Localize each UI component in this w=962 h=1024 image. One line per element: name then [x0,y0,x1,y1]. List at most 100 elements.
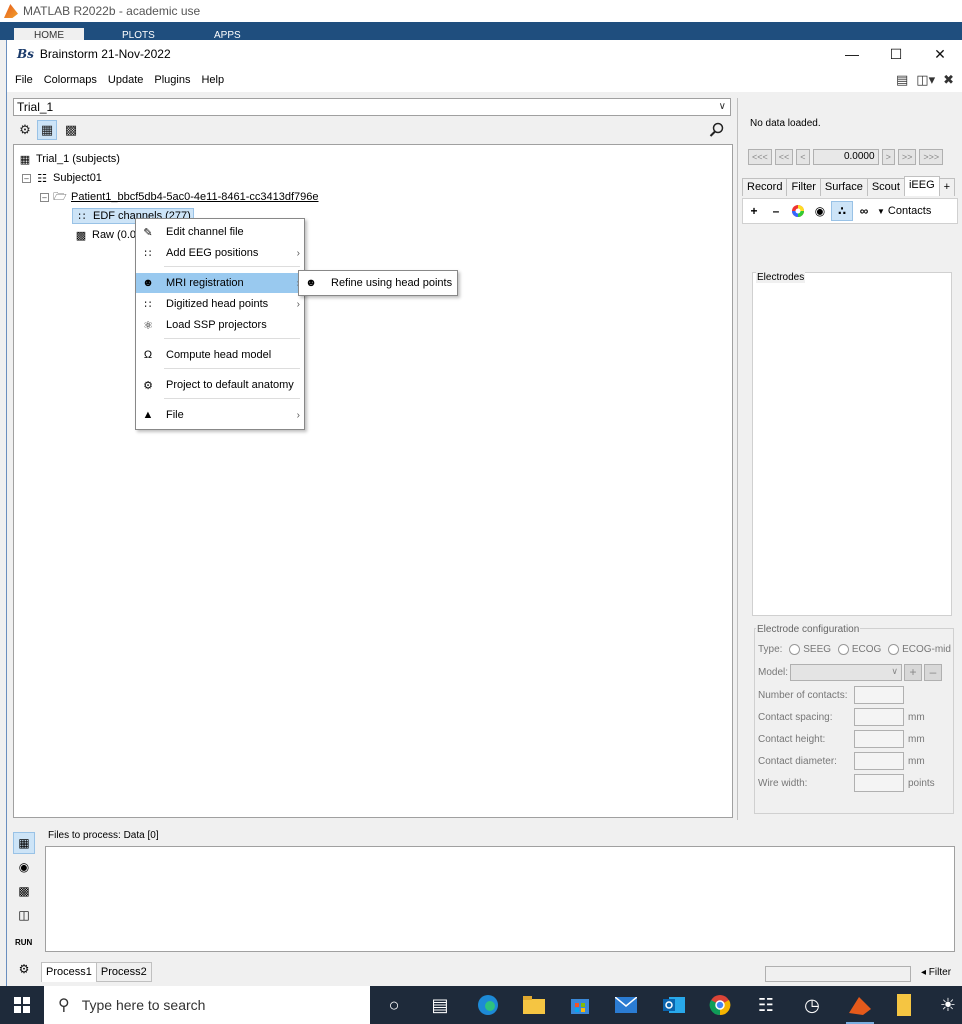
process-matrix-icon[interactable]: ◫ [13,904,35,926]
process-timefreq-icon[interactable]: ▩ [13,880,35,902]
taskbar-search-placeholder: Type here to search [81,997,206,1013]
menu-refine-head-points[interactable]: Refine using head points [331,277,452,289]
tab-surface[interactable]: Surface [819,178,868,196]
electrodes-list[interactable] [752,272,952,616]
wire-width-unit: points [908,778,935,789]
radio-ecog[interactable] [837,644,849,655]
nav-back-button[interactable]: < [796,149,810,165]
layout-icon[interactable]: ◫▾ [916,72,935,88]
time-value-field[interactable]: 0.0000 [812,149,879,165]
taskbar-search[interactable]: ⚲ Type here to search [44,986,370,1024]
tab-ieeg[interactable]: iEEG [903,176,940,196]
protocol-select[interactable]: Trial_1 ∨ [13,98,731,116]
nav-forward-button[interactable]: > [881,149,895,165]
paint-icon[interactable]: ☀ [934,991,962,1019]
nav-fast-forward-button[interactable]: >> [897,149,917,165]
pipeline-icon[interactable]: ⚙ [13,958,35,980]
projector-icon: ⚛ [143,319,153,332]
menu-plugins[interactable]: Plugins [154,74,190,86]
subject-icon: ☷ [37,172,47,185]
outlook-icon[interactable] [660,991,688,1019]
menu-file[interactable]: File [15,74,33,86]
store-icon[interactable] [566,991,594,1019]
menu-digitized-head-points[interactable]: ∷ Digitized head points › [136,294,304,314]
filter-button[interactable]: ◂ Filter [921,967,951,978]
menu-file[interactable]: ▲ File › [136,405,304,425]
minimize-button[interactable]: — [830,40,874,68]
cortana-icon[interactable]: ○ [380,991,408,1019]
brainstorm-logo-icon: Bs [17,47,34,61]
menubar: File Colormaps Update Plugins Help ▤ ◫▾ … [7,68,962,92]
tab-record[interactable]: Record [742,178,788,196]
mail-icon[interactable] [612,991,640,1019]
matlab-tab-home[interactable]: HOME [14,28,84,41]
edge-icon[interactable] [474,991,502,1019]
file-explorer-icon[interactable] [520,991,548,1019]
menu-compute-head-model[interactable]: Ω Compute head model [136,345,304,365]
add-model-button[interactable]: + [904,664,922,681]
radio-ecog-mid[interactable] [888,644,900,655]
run-button[interactable]: RUN [15,938,32,947]
functional-subjects-view-icon[interactable]: ▦ [37,120,57,140]
collapse-icon[interactable]: – [22,173,31,183]
seeg-view-icon[interactable]: ∴ [831,201,853,221]
add-electrode-icon[interactable]: + [743,201,765,221]
filter-input[interactable] [765,966,911,982]
brainstorm-titlebar: Bs Brainstorm 21-Nov-2022 — ☐ ✕ [7,40,962,68]
process-data-icon[interactable]: ▦ [13,832,35,854]
folder-app-icon[interactable] [892,991,920,1019]
menu-colormaps[interactable]: Colormaps [44,74,97,86]
maximize-button[interactable]: ☐ [874,40,918,68]
menu-load-ssp-projectors[interactable]: ⚛ Load SSP projectors [136,315,304,335]
tab-process2[interactable]: Process2 [95,962,152,982]
menu-separator [164,266,300,267]
menu-add-eeg-positions[interactable]: ∷ Add EEG positions › [136,243,304,263]
contact-spacing-input[interactable] [854,708,904,726]
files-to-process-list[interactable] [45,846,955,952]
menu-edit-channel-file[interactable]: ✎ Edit channel file [136,222,304,242]
tools-icon[interactable]: ✖ [943,72,954,88]
nav-first-button[interactable]: <<< [748,149,772,165]
search-icon[interactable] [707,120,727,140]
menu-project-default-anatomy[interactable]: ⚙ Project to default anatomy [136,375,304,395]
tree-subject[interactable]: – ☷ Subject01 [22,169,102,187]
remove-electrode-icon[interactable]: – [765,201,787,221]
radio-seeg[interactable] [789,644,801,655]
nav-fast-back-button[interactable]: << [774,149,794,165]
tree-raw-file[interactable]: ▩ Raw (0.0 [74,226,136,244]
remove-model-button[interactable]: – [924,664,942,681]
preferences-icon[interactable]: ▤ [896,72,908,88]
contacts-dropdown[interactable]: ▼ Contacts [875,201,933,221]
tab-process1[interactable]: Process1 [41,962,97,982]
collapse-icon[interactable]: – [40,192,49,202]
color-wheel-icon[interactable] [787,201,809,221]
contact-height-input[interactable] [854,730,904,748]
contact-diameter-input[interactable] [854,752,904,770]
tree-condition[interactable]: – 🗁 Patient1_bbcf5db4-5ac0-4e11-8461-cc3… [40,188,319,206]
tab-filter[interactable]: Filter [786,178,821,196]
nav-last-button[interactable]: >>> [919,149,944,165]
tab-add[interactable]: + [938,178,956,196]
tab-scout[interactable]: Scout [866,178,905,196]
menu-mri-registration[interactable]: ☻ MRI registration › [136,273,304,293]
chrome-icon[interactable] [706,991,734,1019]
num-contacts-input[interactable] [854,686,904,704]
task-view-icon[interactable]: ▤ [426,991,454,1019]
wire-width-input[interactable] [854,774,904,792]
files-to-process-label: Files to process: Data [0] [47,830,160,841]
matlab-taskbar-icon[interactable] [846,991,874,1019]
network-app-icon[interactable]: ☷ [752,991,780,1019]
menu-help[interactable]: Help [201,74,224,86]
tree-root[interactable]: ▦ Trial_1 (subjects) [18,150,120,168]
app-swirl-icon[interactable]: ◷ [798,991,826,1019]
anatomy-view-icon[interactable]: ⚙ [15,120,35,140]
eye-icon[interactable]: ◉ [809,201,831,221]
link-icon[interactable]: ∞ [853,201,875,221]
functional-conditions-view-icon[interactable]: ▩ [61,120,81,140]
channel-icon: ∷ [78,210,86,223]
menu-update[interactable]: Update [108,74,143,86]
model-select[interactable]: ∨ [790,664,902,681]
close-button[interactable]: ✕ [918,40,962,68]
process-sources-icon[interactable]: ◉ [13,856,35,878]
start-button[interactable] [0,986,44,1024]
